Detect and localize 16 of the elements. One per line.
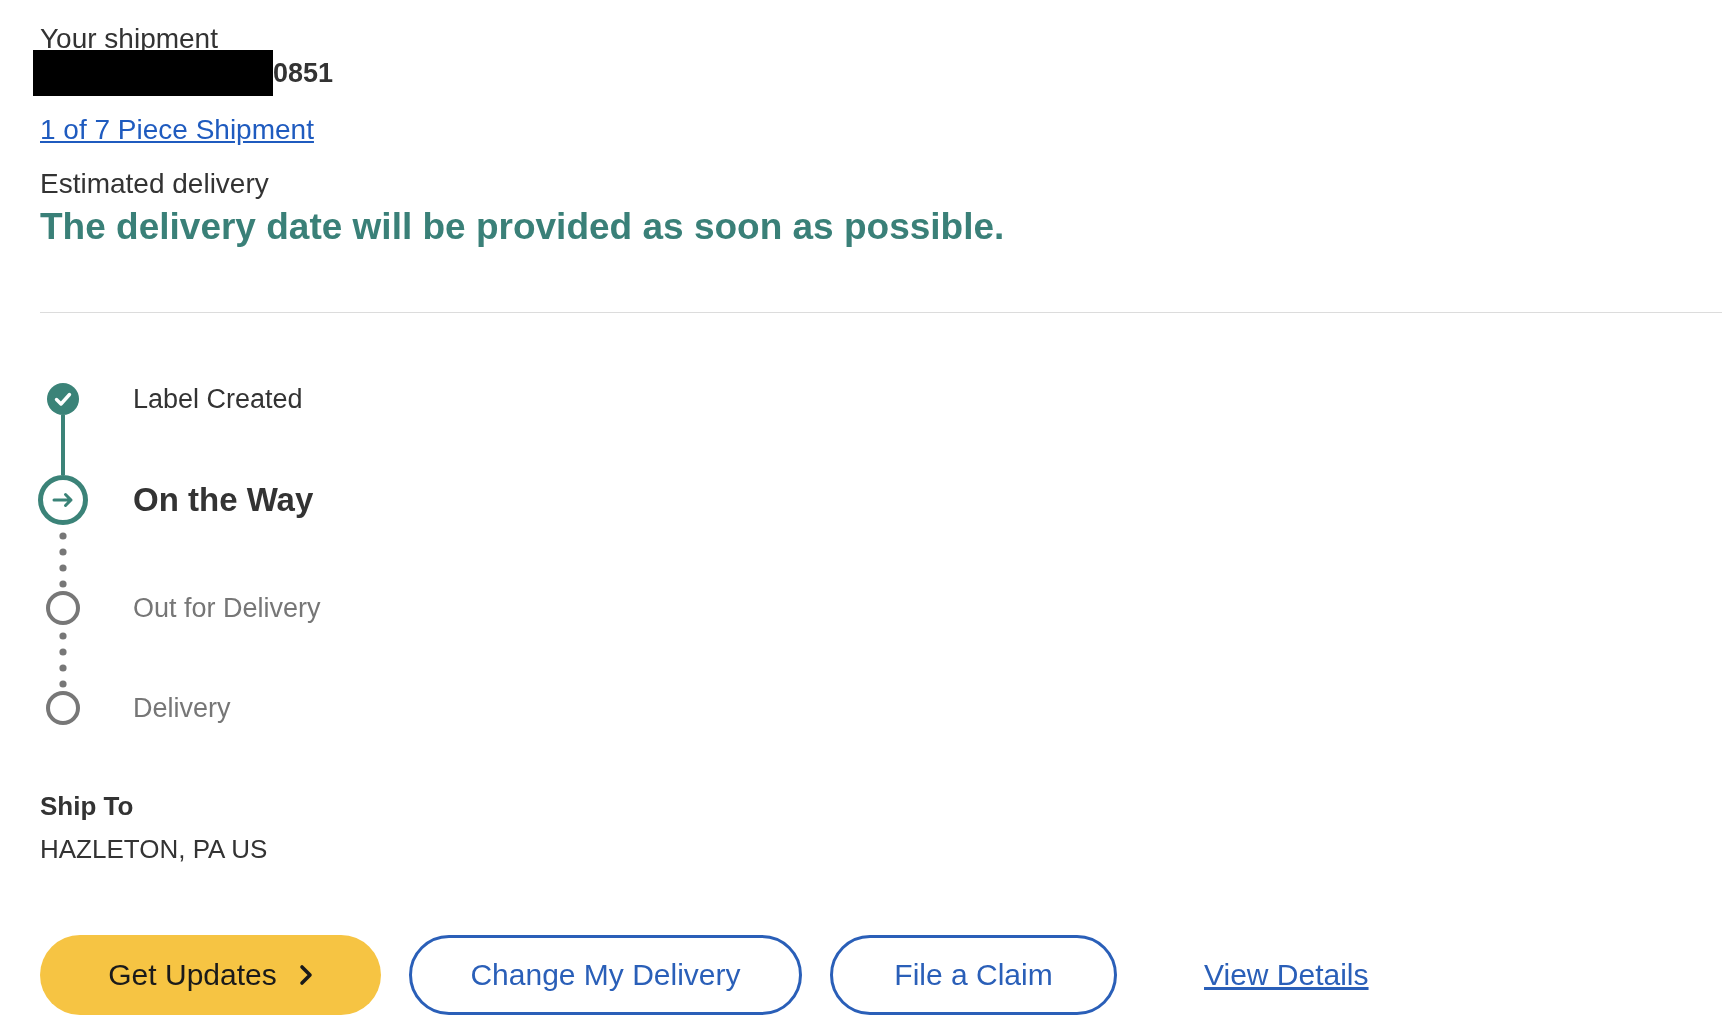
tracking-number: 0851: [273, 58, 334, 88]
ship-to-address: HAZLETON, PA US: [40, 834, 268, 864]
get-updates-button[interactable]: Get Updates: [40, 935, 381, 1015]
step-label: Out for Delivery: [133, 592, 321, 624]
action-button[interactable]: Change My Delivery: [409, 935, 802, 1015]
ship-to-label: Ship To: [40, 791, 134, 821]
delivery-message: The delivery date will be provided as soon as possible.: [40, 205, 1005, 249]
step-label: Label Created: [133, 383, 304, 415]
step-label: On the Way: [133, 480, 315, 520]
view-details-link[interactable]: View Details: [1204, 958, 1369, 992]
chevron-right-icon: [298, 964, 313, 986]
estimated-delivery-label: Estimated delivery: [40, 169, 269, 199]
piece-shipment-link[interactable]: 1 of 7 Piece Shipment: [40, 114, 314, 145]
shipment-label: Your shipment: [40, 24, 218, 54]
step-label: Delivery: [133, 692, 232, 724]
action-button[interactable]: File a Claim: [830, 935, 1117, 1015]
